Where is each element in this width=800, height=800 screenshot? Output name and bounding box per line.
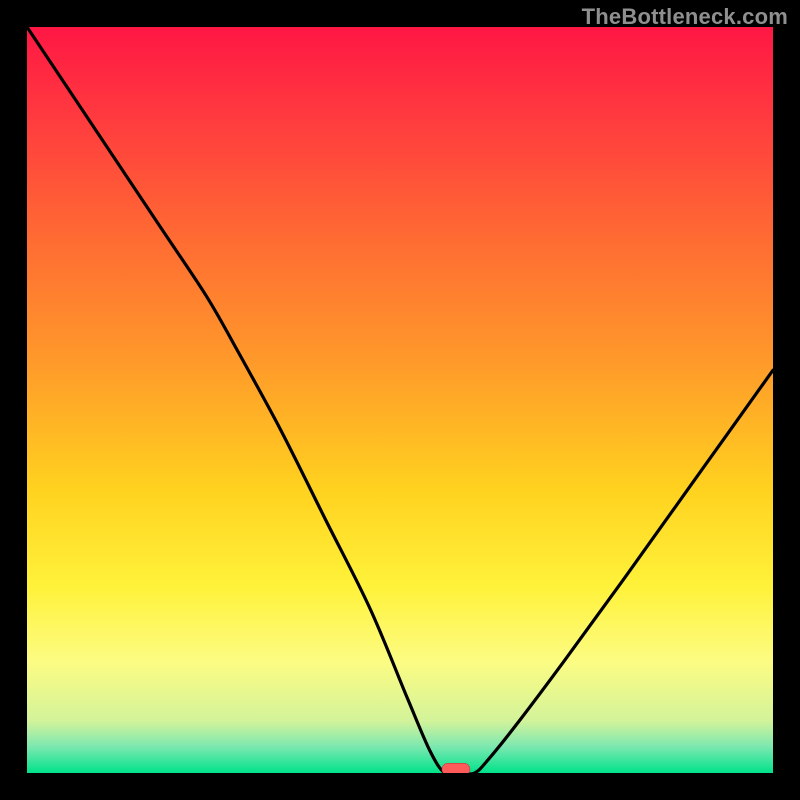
- chart-frame: TheBottleneck.com: [0, 0, 800, 800]
- gradient-background: [27, 27, 773, 773]
- optimal-marker: [442, 763, 470, 773]
- bottleneck-chart: [27, 27, 773, 773]
- plot-area: [27, 27, 773, 773]
